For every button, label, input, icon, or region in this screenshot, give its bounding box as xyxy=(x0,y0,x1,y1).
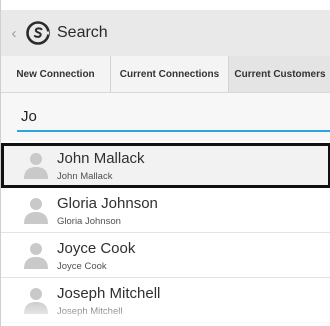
result-item[interactable]: Gloria Johnson Gloria Johnson xyxy=(1,188,330,233)
result-name: John Mallack xyxy=(57,150,145,167)
result-subtitle: John Mallack xyxy=(57,171,113,182)
person-avatar-icon xyxy=(24,243,48,269)
result-subtitle: Gloria Johnson xyxy=(57,216,121,227)
result-subtitle: Joyce Cook xyxy=(57,261,107,272)
page-title: Search xyxy=(57,24,108,41)
search-bar xyxy=(1,93,330,141)
app-screen: ‹ Search New Connection Current Connecti… xyxy=(0,0,330,326)
tab-current-customers[interactable]: Current Customers xyxy=(229,56,330,92)
result-name: Gloria Johnson xyxy=(57,195,158,212)
result-name: Joyce Cook xyxy=(57,240,136,257)
person-avatar-icon xyxy=(24,153,48,179)
result-item[interactable]: Joseph Mitchell Joseph Mitchell xyxy=(1,278,330,323)
result-name: Joseph Mitchell xyxy=(57,285,161,302)
tab-bar: New Connection Current Connections Curre… xyxy=(1,56,330,93)
results-list: John Mallack John Mallack Gloria Johnson… xyxy=(1,143,330,323)
person-avatar-icon xyxy=(24,288,48,314)
person-avatar-icon xyxy=(24,198,48,224)
result-subtitle: Joseph Mitchell xyxy=(57,306,123,317)
action-bar: ‹ Search xyxy=(1,10,330,56)
back-chevron-icon[interactable]: ‹ xyxy=(3,25,25,42)
tab-new-connection[interactable]: New Connection xyxy=(1,56,111,92)
search-underline xyxy=(17,130,330,132)
result-item-selected[interactable]: John Mallack John Mallack xyxy=(1,143,330,188)
app-logo-icon xyxy=(26,21,50,45)
search-input[interactable] xyxy=(21,103,321,129)
tab-current-connections[interactable]: Current Connections xyxy=(111,56,229,92)
result-item[interactable]: Joyce Cook Joyce Cook xyxy=(1,233,330,278)
